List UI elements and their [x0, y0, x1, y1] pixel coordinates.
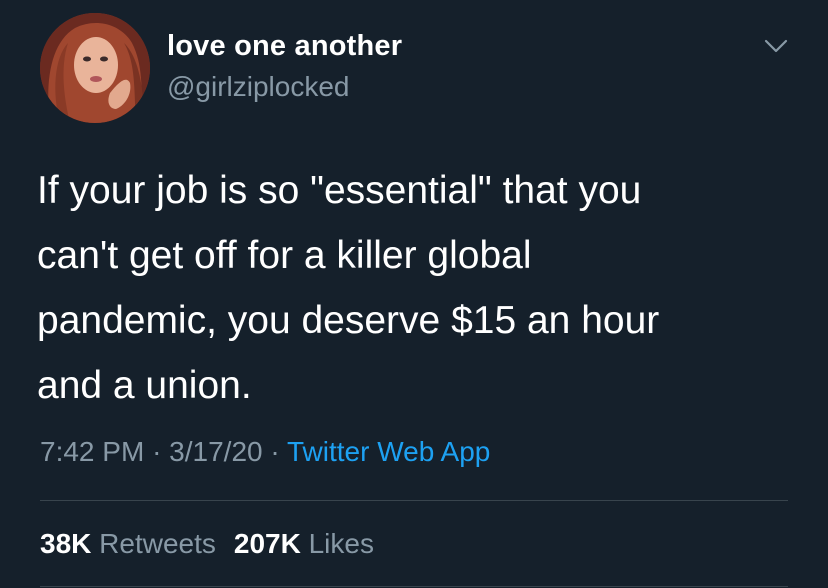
- tweet-text-line: can't get off for a killer global: [37, 234, 532, 277]
- likes-stat[interactable]: 207K Likes: [234, 528, 374, 559]
- retweets-label: Retweets: [99, 528, 216, 559]
- tweet-text: If your job is so "essential" that you c…: [37, 158, 797, 418]
- divider: [40, 586, 788, 587]
- tweet-text-line: pandemic, you deserve $15 an hour: [37, 299, 660, 342]
- tweet-text-line: If your job is so "essential" that you: [37, 169, 642, 212]
- display-name[interactable]: love one another: [167, 30, 402, 63]
- tweet-date[interactable]: 3/17/20: [169, 436, 262, 467]
- tweet-time[interactable]: 7:42 PM: [40, 436, 144, 467]
- tweet-source-link[interactable]: Twitter Web App: [287, 436, 490, 467]
- retweets-count: 38K: [40, 528, 92, 559]
- tweet-stats: 38K Retweets 207K Likes: [40, 528, 374, 560]
- likes-label: Likes: [308, 528, 374, 559]
- avatar-image: [40, 13, 150, 123]
- likes-count: 207K: [233, 528, 301, 559]
- divider: [40, 500, 788, 501]
- tweet-meta: 7:42 PM · 3/17/20 · Twitter Web App: [40, 436, 490, 468]
- retweets-stat[interactable]: 38K Retweets: [40, 528, 216, 559]
- user-handle[interactable]: @girlziplocked: [167, 71, 350, 103]
- tweet-detail: love one another @girlziplocked If your …: [0, 0, 828, 588]
- meta-separator: ·: [270, 436, 280, 467]
- tweet-text-line: and a union.: [37, 364, 252, 407]
- chevron-down-icon[interactable]: [763, 36, 789, 56]
- meta-separator: ·: [152, 436, 162, 467]
- avatar[interactable]: [40, 13, 150, 123]
